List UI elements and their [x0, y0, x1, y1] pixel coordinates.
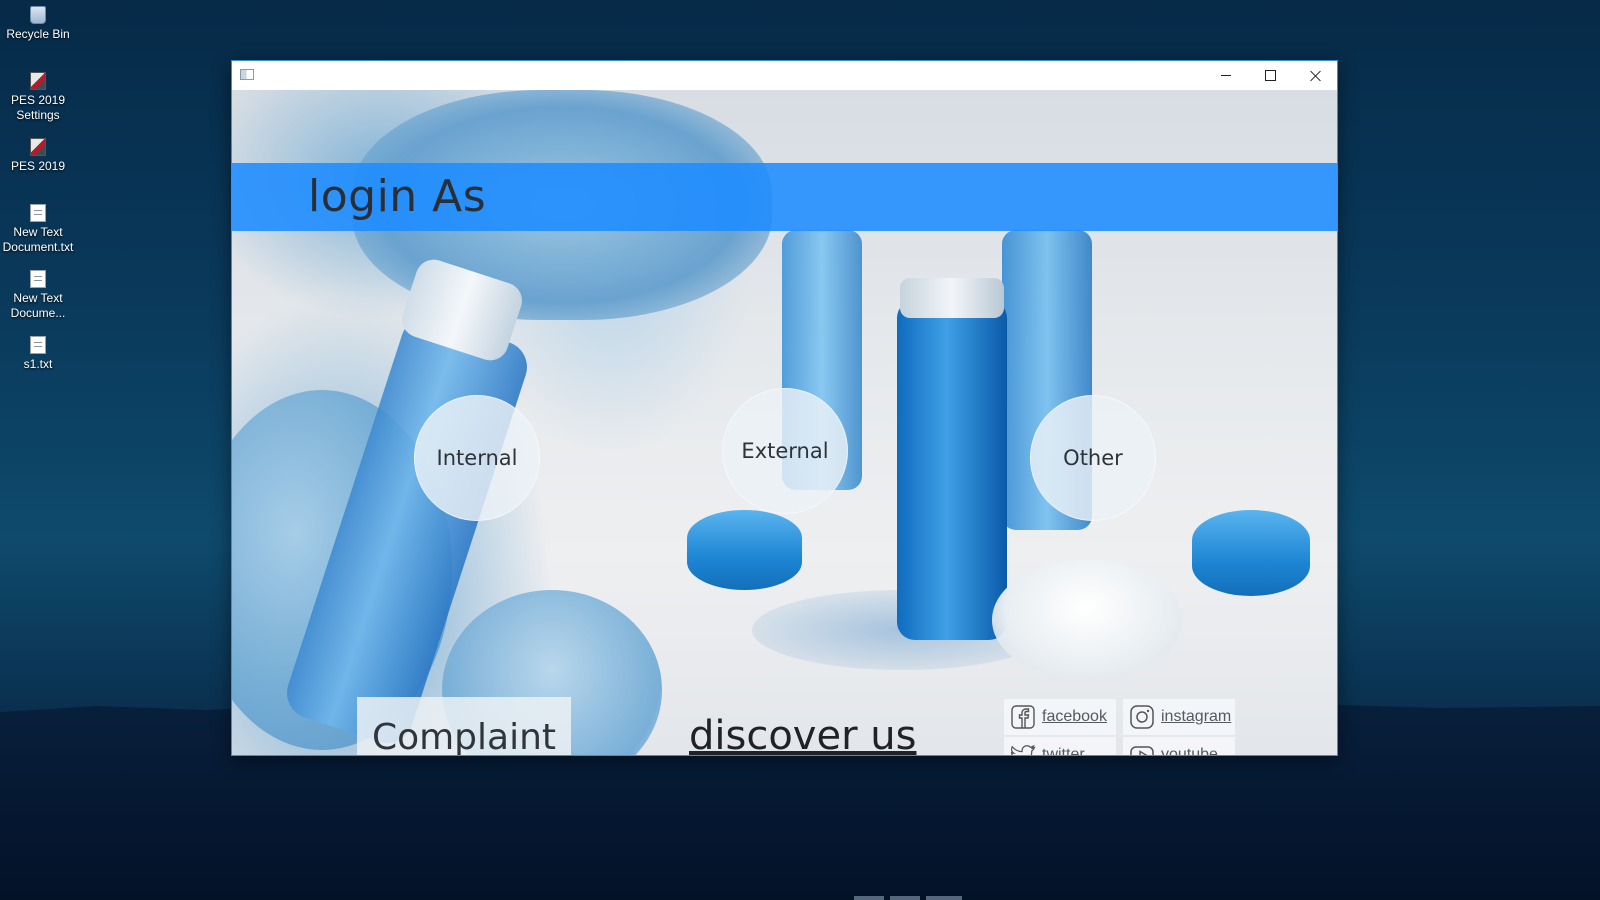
login-external-button[interactable]: External — [722, 388, 848, 514]
desktop-icon-pes[interactable]: PES 2019 — [0, 138, 76, 174]
instagram-icon — [1130, 705, 1154, 729]
app-window: login As Internal External Other Complai… — [231, 60, 1338, 756]
maximize-icon — [1265, 70, 1276, 81]
login-content: login As Internal External Other Complai… — [232, 90, 1337, 755]
minimize-button[interactable] — [1203, 61, 1248, 90]
login-internal-button[interactable]: Internal — [414, 395, 540, 521]
discover-us-link[interactable]: discover us — [689, 712, 916, 755]
twitter-link[interactable]: twitter — [1004, 737, 1116, 755]
facebook-icon — [1011, 705, 1035, 729]
instagram-label: instagram — [1161, 708, 1232, 725]
close-icon — [1310, 70, 1322, 82]
text-file-icon — [30, 204, 46, 222]
recycle-bin-icon — [30, 6, 46, 24]
taskbar-indicator — [854, 896, 884, 900]
app-icon — [30, 138, 46, 156]
twitter-label: twitter — [1042, 746, 1085, 755]
background-photo-cap — [992, 560, 1182, 680]
app-icon — [30, 72, 46, 90]
desktop-icon-label: New Text Document.txt — [2, 225, 74, 254]
desktop-icon-label: PES 2019 Settings — [10, 93, 66, 122]
desktop-icon-recycle-bin[interactable]: Recycle Bin — [0, 6, 76, 42]
window-titlebar[interactable] — [232, 61, 1337, 90]
instagram-link[interactable]: instagram — [1123, 699, 1235, 735]
youtube-link[interactable]: youtube — [1123, 737, 1235, 755]
complaint-button[interactable]: Complaint — [357, 697, 571, 755]
youtube-icon — [1130, 746, 1154, 755]
facebook-link[interactable]: facebook — [1004, 699, 1116, 735]
maximize-button[interactable] — [1248, 61, 1293, 90]
desktop-icon-pes-settings[interactable]: PES 2019 Settings — [0, 72, 76, 123]
background-photo-vial — [897, 300, 1007, 640]
taskbar-indicator — [890, 896, 920, 900]
text-file-icon — [30, 270, 46, 288]
background-photo-cap — [687, 510, 802, 590]
text-file-icon — [30, 336, 46, 354]
page-title: login As — [308, 171, 487, 222]
background-photo-vial-neck — [900, 278, 1004, 318]
desktop-icon-s1-txt[interactable]: s1.txt — [0, 336, 76, 372]
desktop-icon-label: PES 2019 — [10, 159, 66, 173]
login-other-button[interactable]: Other — [1030, 395, 1156, 521]
desktop-icon-label: New Text Docume... — [10, 291, 66, 320]
desktop-icon-new-text-document-2[interactable]: New Text Docume... — [0, 270, 76, 321]
desktop-icon-label: Recycle Bin — [6, 27, 70, 41]
close-button[interactable] — [1293, 61, 1338, 90]
facebook-label: facebook — [1042, 708, 1107, 725]
twitter-icon — [1010, 744, 1036, 755]
youtube-label: youtube — [1161, 746, 1218, 755]
taskbar-indicator — [926, 896, 962, 900]
desktop-icon-label: s1.txt — [23, 357, 53, 371]
window-app-icon — [240, 69, 254, 80]
background-photo-cap — [1192, 510, 1310, 596]
header-band: login As — [232, 163, 1337, 231]
desktop-icon-new-text-document[interactable]: New Text Document.txt — [0, 204, 76, 255]
minimize-icon — [1220, 75, 1231, 76]
